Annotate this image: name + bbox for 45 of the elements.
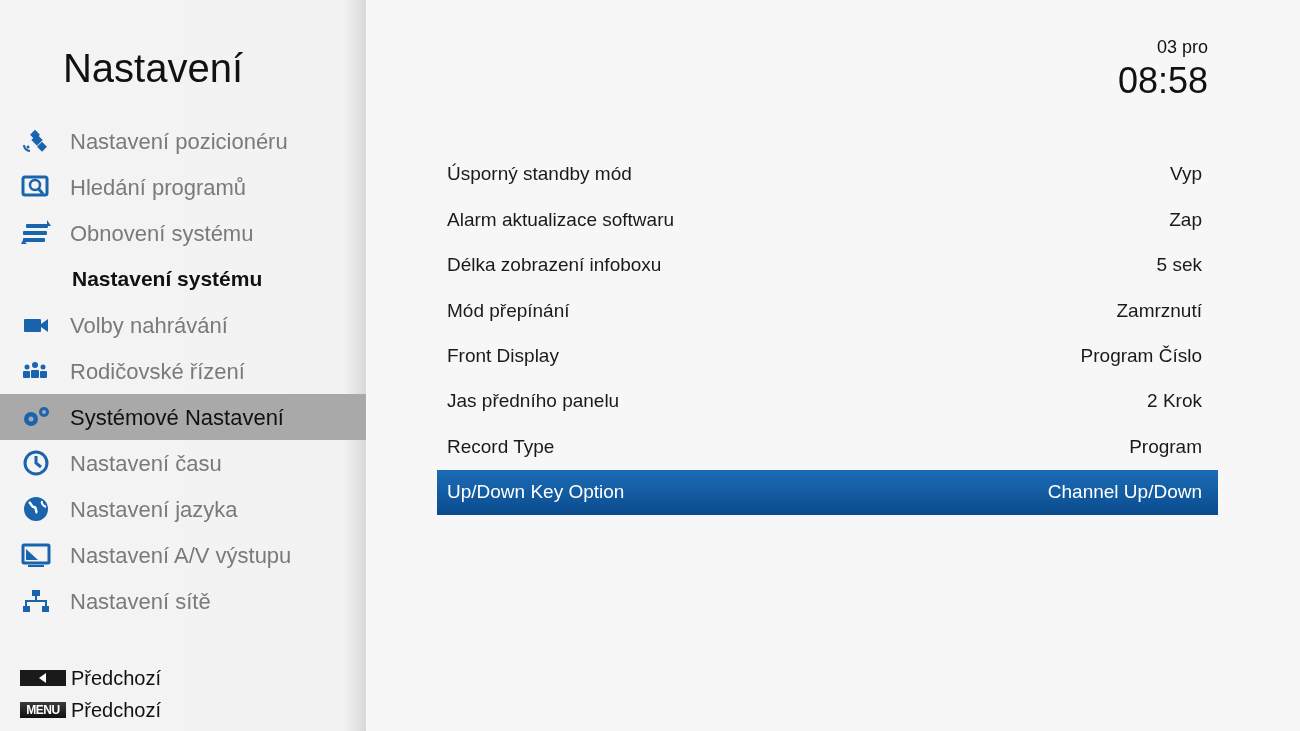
time-text: 08:58: [1117, 60, 1208, 101]
setting-label: Délka zobrazení infoboxu: [447, 253, 662, 278]
setting-label: Úsporný standby mód: [447, 162, 632, 187]
setting-label: Alarm aktualizace softwaru: [447, 207, 675, 232]
menu-item[interactable]: Volby nahrávání: [0, 302, 366, 348]
setting-row[interactable]: Mód přepínání Zamrznutí: [437, 288, 1218, 334]
screen-icon: [20, 541, 52, 569]
setting-label: Record Type: [447, 434, 555, 459]
setting-value: 2 Krok: [1147, 389, 1202, 414]
setting-value: Channel Up/Down: [1047, 480, 1202, 505]
setting-value: Program: [1129, 434, 1202, 459]
setting-row[interactable]: Úsporný standby mód Vyp: [437, 152, 1218, 198]
setting-row[interactable]: Up/Down Key Option Channel Up/Down: [437, 469, 1218, 516]
menu-section-heading: Nastavení systému: [71, 266, 264, 293]
menu-item[interactable]: Hledání programů: [0, 164, 366, 210]
setting-value: 5 sek: [1156, 253, 1202, 278]
back-key-icon: [20, 670, 66, 686]
setting-label: Mód přepínání: [447, 298, 570, 323]
transfer-icon: [20, 219, 52, 247]
menu-item[interactable]: Nastavení A/V výstupu: [0, 532, 366, 578]
setting-row[interactable]: Jas předního panelu 2 Krok: [437, 378, 1218, 425]
hint-label: Předchozí: [71, 666, 162, 691]
setting-row[interactable]: Délka zobrazení infoboxu 5 sek: [437, 242, 1218, 289]
menu-item[interactable]: Nastavení sítě: [0, 578, 366, 624]
menu-item[interactable]: Nastavení pozicionéru: [0, 118, 366, 164]
setting-value: Program Číslo: [1080, 344, 1202, 368]
menu-item[interactable]: Systémové Nastavení: [0, 394, 366, 440]
setting-value: Zap: [1169, 207, 1202, 232]
menu-item[interactable]: Nastavení času: [0, 440, 366, 486]
setting-value: Zamrznutí: [1116, 298, 1202, 323]
menu-item[interactable]: Nastavení jazyka: [0, 486, 366, 532]
date-text: 03 pro: [1156, 37, 1208, 57]
menu-title: Nastavení: [62, 48, 244, 88]
setting-value: Vyp: [1169, 162, 1202, 187]
setting-row[interactable]: Record Type Program: [437, 424, 1218, 470]
setting-label: Up/Down Key Option: [447, 480, 625, 505]
menu-key: MENU: [20, 702, 66, 718]
network-icon: [20, 587, 52, 615]
setting-row[interactable]: Alarm aktualizace softwaru Zap: [437, 197, 1218, 243]
setting-label: Front Display: [447, 344, 559, 368]
menu-item[interactable]: Rodičovské řízení: [0, 348, 366, 394]
setting-label: Jas předního panelu: [447, 389, 620, 414]
setting-row[interactable]: Front Display Program Číslo: [437, 333, 1218, 379]
hint-label: Předchozí: [71, 698, 162, 723]
menu-item[interactable]: Obnovení systému: [0, 210, 366, 256]
